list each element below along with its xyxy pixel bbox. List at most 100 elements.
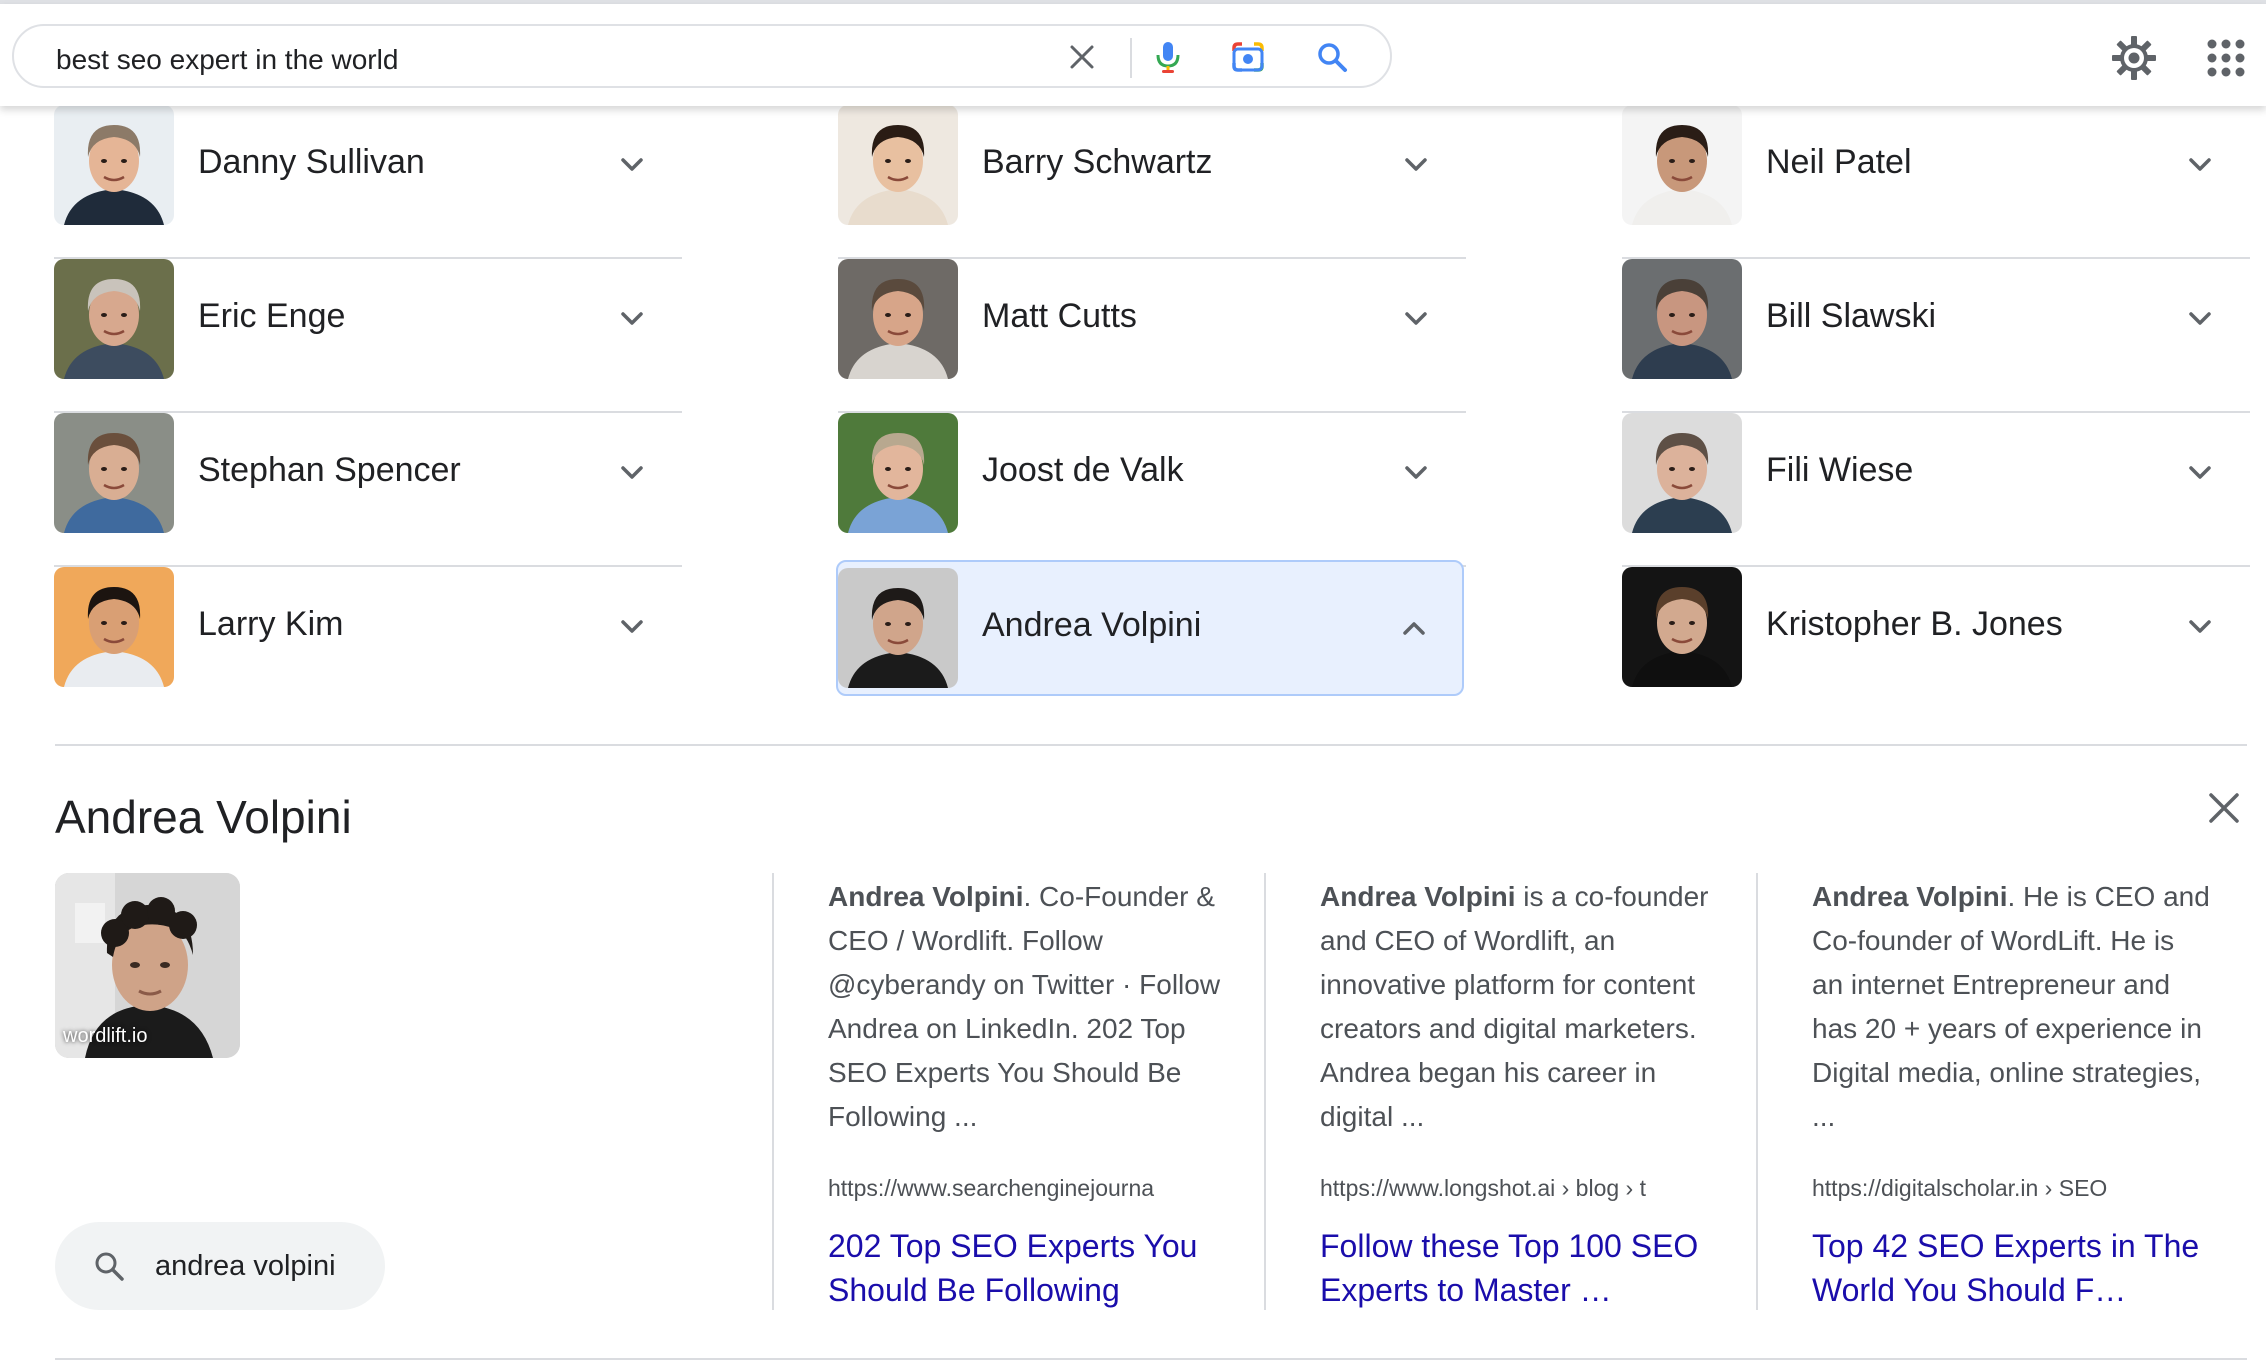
person-name: Andrea Volpini (982, 606, 1202, 644)
panel-title: Andrea Volpini (55, 791, 352, 843)
person-name: Danny Sullivan (198, 143, 425, 181)
chevron-down-icon[interactable] (614, 455, 650, 491)
related-search-chip[interactable]: andrea volpini (55, 1222, 385, 1310)
search-input[interactable]: best seo expert in the world (56, 44, 398, 76)
person-name: Larry Kim (198, 605, 344, 643)
person-card[interactable]: Eric Enge (54, 259, 682, 413)
person-name: Eric Enge (198, 297, 346, 335)
person-photo (1622, 259, 1742, 379)
snippet-name: Andrea Volpini (828, 881, 1024, 912)
person-card[interactable]: Kristopher B. Jones (1622, 567, 2250, 721)
search-icon[interactable] (1314, 39, 1350, 75)
person-name: Barry Schwartz (982, 143, 1213, 181)
chevron-up-icon[interactable] (1396, 610, 1432, 646)
snippet-name: Andrea Volpini (1320, 881, 1516, 912)
related-search-text: andrea volpini (155, 1250, 336, 1282)
person-photo (54, 105, 174, 225)
person-card[interactable]: Stephan Spencer (54, 413, 682, 567)
close-icon[interactable] (1064, 39, 1100, 75)
photo-source: wordlift.io (63, 1025, 148, 1047)
person-card[interactable]: Fili Wiese (1622, 413, 2250, 567)
result-card: Andrea Volpini is a co-founder and CEO o… (1320, 873, 1720, 1312)
result-url: https://digitalscholar.in › SEO (1812, 1175, 2108, 1201)
result-link[interactable]: Follow these Top 100 SEO Experts to Mast… (1320, 1224, 1720, 1312)
person-card[interactable]: Barry Schwartz (838, 105, 1466, 259)
person-card[interactable]: Joost de Valk (838, 413, 1466, 567)
chevron-down-icon[interactable] (1398, 301, 1434, 337)
chevron-down-icon[interactable] (2182, 455, 2218, 491)
person-photo (838, 105, 958, 225)
chevron-down-icon[interactable] (2182, 609, 2218, 645)
chevron-down-icon[interactable] (614, 301, 650, 337)
person-card[interactable]: Larry Kim (54, 567, 682, 721)
person-photo (838, 413, 958, 533)
result-divider (1756, 873, 1758, 1310)
chevron-down-icon[interactable] (614, 609, 650, 645)
person-photo-image (54, 105, 174, 225)
chevron-down-icon[interactable] (2182, 147, 2218, 183)
person-photo (1622, 567, 1742, 687)
result-snippet: Andrea Volpini. Co-Founder & CEO / Wordl… (828, 875, 1228, 1139)
person-photo-image (54, 567, 174, 687)
person-photo (54, 567, 174, 687)
search-header: best seo expert in the world (0, 4, 2266, 106)
person-name: Fili Wiese (1766, 451, 1914, 489)
person-card[interactable]: Matt Cutts (838, 259, 1466, 413)
snippet-text: is a co-founder and CEO of Wordlift, an … (1320, 881, 1709, 1132)
result-url: https://www.longshot.ai › blog › t (1320, 1175, 1646, 1201)
person-photo (1622, 105, 1742, 225)
gear-icon[interactable] (2110, 34, 2158, 82)
person-card[interactable]: Bill Slawski (1622, 259, 2250, 413)
person-photo-image (54, 413, 174, 533)
panel-divider (55, 744, 2247, 746)
result-snippet: Andrea Volpini. He is CEO and Co-founder… (1812, 875, 2212, 1139)
person-photo-image (1622, 413, 1742, 533)
snippet-name: Andrea Volpini (1812, 881, 2008, 912)
person-name: Joost de Valk (982, 451, 1184, 489)
apps-grid-icon[interactable] (2202, 34, 2250, 82)
person-card[interactable]: Andrea Volpini (836, 560, 1464, 696)
person-photo (54, 413, 174, 533)
snippet-text: . He is CEO and Co-founder of WordLift. … (1812, 881, 2210, 1132)
microphone-icon[interactable] (1150, 39, 1186, 75)
snippet-text: . Co-Founder & CEO / Wordlift. Follow @c… (828, 881, 1221, 1132)
person-name: Bill Slawski (1766, 297, 1937, 335)
person-photo-image (1622, 567, 1742, 687)
chevron-down-icon[interactable] (2182, 301, 2218, 337)
result-divider (1264, 873, 1266, 1310)
search-icon (91, 1248, 127, 1284)
chevron-down-icon[interactable] (1398, 455, 1434, 491)
person-photo-image (54, 259, 174, 379)
person-card[interactable]: Neil Patel (1622, 105, 2250, 259)
person-photo-image (1622, 259, 1742, 379)
person-name: Matt Cutts (982, 297, 1137, 335)
person-photo-image (838, 259, 958, 379)
camera-lens-icon[interactable] (1230, 39, 1266, 75)
bottom-divider (55, 1358, 2247, 1360)
panel-photo[interactable]: wordlift.io (55, 873, 240, 1058)
person-photo-image (838, 413, 958, 533)
search-box-divider (1130, 38, 1132, 78)
result-snippet: Andrea Volpini is a co-founder and CEO o… (1320, 875, 1720, 1139)
result-card: Andrea Volpini. Co-Founder & CEO / Wordl… (828, 873, 1228, 1312)
chevron-down-icon[interactable] (1398, 147, 1434, 183)
result-link[interactable]: 202 Top SEO Experts You Should Be Follow… (828, 1224, 1228, 1312)
person-name: Neil Patel (1766, 143, 1912, 181)
result-card: Andrea Volpini. He is CEO and Co-founder… (1812, 873, 2212, 1312)
close-icon[interactable] (2202, 786, 2246, 830)
person-photo (1622, 413, 1742, 533)
person-card[interactable]: Danny Sullivan (54, 105, 682, 259)
chevron-down-icon[interactable] (614, 147, 650, 183)
result-url: https://www.searchenginejourna (828, 1175, 1155, 1201)
person-photo-image (1622, 105, 1742, 225)
result-link[interactable]: Top 42 SEO Experts in The World You Shou… (1812, 1224, 2212, 1312)
person-name: Kristopher B. Jones (1766, 605, 2063, 643)
person-photo-image (838, 568, 958, 688)
search-box[interactable]: best seo expert in the world (12, 24, 1392, 88)
person-photo (54, 259, 174, 379)
person-name: Stephan Spencer (198, 451, 461, 489)
person-photo (838, 259, 958, 379)
person-photo (838, 568, 958, 688)
result-divider (772, 873, 774, 1310)
person-photo-image (838, 105, 958, 225)
